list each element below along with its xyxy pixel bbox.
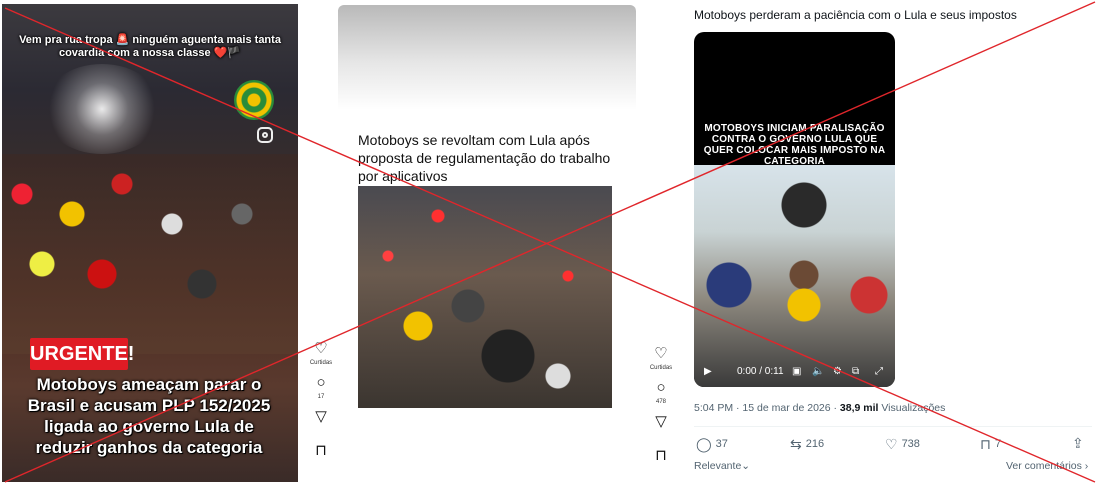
like-button[interactable]: ♡ 738 — [885, 437, 920, 451]
share-icon: ⇪ — [1072, 435, 1084, 451]
captions-icon[interactable]: ▣ — [792, 366, 801, 378]
views-label: Visualizações — [878, 402, 946, 414]
bookmark-icon[interactable]: ⊓ — [642, 447, 680, 465]
comments-count: 17 — [317, 394, 325, 400]
post2-actions: ♡ Curtidas ○ 478 ▽ ⊓ — [642, 345, 680, 465]
likes-label: Curtidas — [649, 365, 673, 371]
tweet-text: Motoboys perderam a paciência com o Lula… — [694, 8, 1017, 22]
divider — [694, 426, 1092, 427]
bookmark-button[interactable]: ⊓ 7 — [980, 437, 1001, 451]
comment-icon[interactable]: ○ — [642, 379, 680, 397]
traffic-photo — [358, 186, 612, 408]
volume-icon[interactable]: 🔈 — [812, 366, 824, 378]
share-button[interactable]: ⇪ — [1072, 436, 1084, 450]
tweet-meta: 5:04 PM · 15 de mar de 2026 · 38,9 mil V… — [694, 402, 945, 415]
settings-icon[interactable]: ⚙ — [833, 366, 842, 378]
comment-icon[interactable]: ○ — [304, 374, 338, 392]
reply-icon: ◯ — [696, 436, 712, 452]
send-icon[interactable]: ▽ — [304, 408, 338, 426]
post1-headline: Motoboys ameaçam parar o Brasil e acusam… — [27, 375, 271, 457]
send-icon[interactable]: ▽ — [642, 413, 680, 431]
sort-label: Relevante — [694, 460, 742, 472]
post1-actions: ♡ Curtidas ○ 17 ▽ ⊓ — [304, 340, 338, 460]
protest-scene-image — [694, 165, 895, 387]
post2-headline: Motoboys se revoltam com Lula após propo… — [358, 132, 611, 184]
chevron-down-icon: ⌄ — [741, 460, 751, 472]
reply-button[interactable]: ◯ 37 — [696, 437, 728, 451]
video-overlay-text: MOTOBOYS INICIAM PARALISAÇÃO CONTRA O GO… — [703, 123, 886, 167]
pip-icon[interactable]: ⧉ — [852, 366, 859, 378]
repost-button[interactable]: ⇆ 216 — [790, 437, 824, 451]
see-comments-label: Ver comentários — [1006, 460, 1082, 472]
instagram-icon — [257, 127, 273, 143]
repost-icon: ⇆ — [790, 436, 802, 452]
tweet-timestamp: 5:04 PM · 15 de mar de 2026 · — [694, 402, 840, 414]
motorcycle-crowd-image — [2, 154, 298, 354]
urgent-badge: URGENTE! — [30, 338, 134, 370]
heart-icon[interactable]: ♡ — [304, 340, 338, 358]
sort-dropdown[interactable]: Relevante⌄ — [694, 460, 750, 473]
views-count: 38,9 mil — [839, 402, 879, 414]
heart-icon[interactable]: ♡ — [642, 345, 680, 363]
likes-label: Curtidas — [309, 360, 333, 366]
comments-count: 478 — [655, 399, 666, 405]
bookmark-icon[interactable]: ⊓ — [304, 442, 338, 460]
like-icon: ♡ — [885, 436, 898, 452]
see-comments-link[interactable]: Ver comentários › — [1006, 460, 1088, 473]
play-icon[interactable]: ▶ — [704, 366, 712, 378]
chevron-right-icon: › — [1081, 460, 1089, 472]
target-emoji-icon — [234, 80, 274, 120]
repost-count: 216 — [805, 438, 825, 450]
fullscreen-icon[interactable]: ⤢ — [875, 366, 883, 378]
street-light — [42, 64, 162, 154]
post1-caption: Vem pra rua tropa 🚨 ninguém aguenta mais… — [19, 34, 281, 59]
like-count: 738 — [901, 438, 920, 450]
video-time: 0:00 / 0:11 — [737, 366, 784, 377]
bookmark-icon: ⊓ — [980, 436, 991, 452]
reply-count: 37 — [715, 438, 728, 450]
bookmark-count: 7 — [994, 438, 1002, 450]
